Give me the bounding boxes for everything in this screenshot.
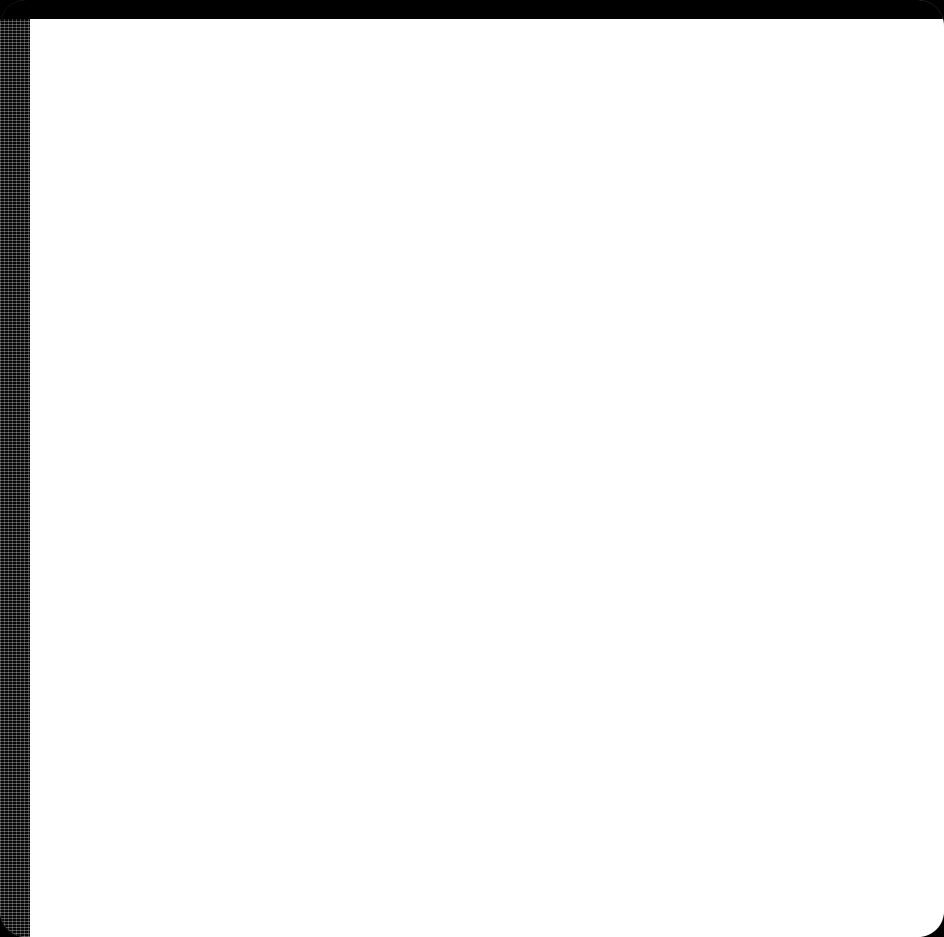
page-surface	[22, 14, 944, 937]
device-frame-left-edge	[0, 0, 30, 937]
device-frame-top-edge	[0, 0, 944, 19]
app-screen: Your Wishlist Art Deco Style Side	[0, 0, 944, 937]
